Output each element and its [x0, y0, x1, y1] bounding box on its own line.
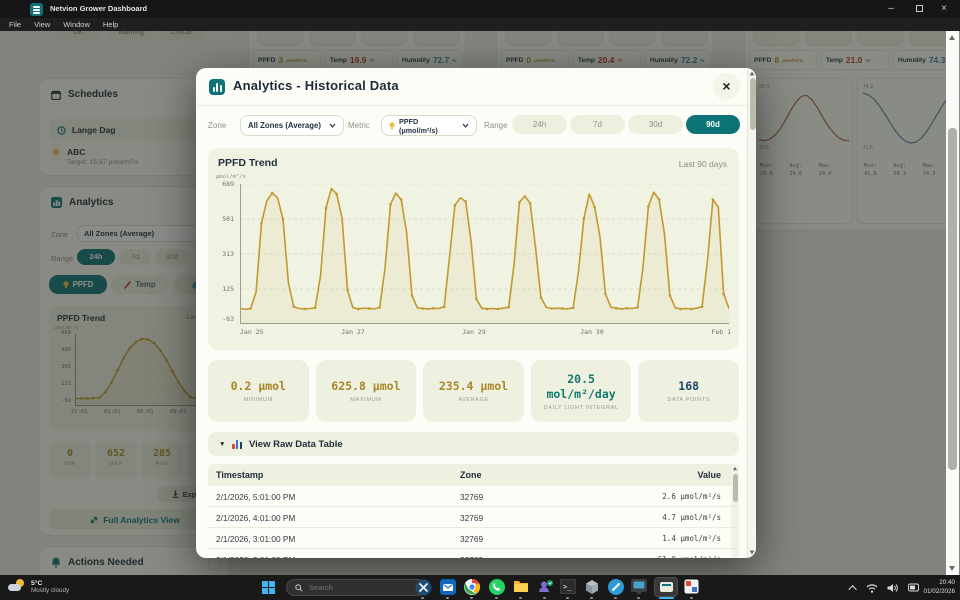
chart-range-label: Last 90 days	[679, 159, 727, 169]
modal-scrollbar-thumb[interactable]	[750, 78, 756, 130]
analytics-modal: Analytics - Historical Data × Zone All Z…	[196, 68, 756, 558]
modal-filters: Zone All Zones (Average) Metric PPFD (μm…	[196, 106, 747, 146]
table-row: 2/1/2026, 5:01:00 PM327692.6 μmol/m²/s	[208, 486, 739, 507]
weather-icon	[8, 578, 25, 595]
modal-header: Analytics - Historical Data ×	[196, 68, 747, 106]
stat-minimum: 0.2 μmolMINIMUM	[208, 360, 309, 422]
weather-desc: Mostly cloudy	[31, 587, 69, 594]
search-input[interactable]	[309, 583, 409, 592]
col-value: Value	[697, 470, 721, 480]
stat-dli: 20.5mol/m²/dayDAILY LIGHT INTEGRAL	[531, 360, 632, 422]
chevron-down-icon	[462, 123, 469, 128]
menubar: File View Window Help	[0, 18, 960, 31]
whatsapp-icon[interactable]	[489, 579, 506, 596]
modal-range-24h[interactable]: 24h	[512, 115, 567, 134]
modal-range-7d[interactable]: 7d	[570, 115, 625, 134]
modal-chart-card: PPFD Trend Last 90 days μmol/m²/s 689 50…	[208, 148, 739, 350]
stat-average: 235.4 μmolAVERAGE	[423, 360, 524, 422]
modal-title: Analytics - Historical Data	[233, 78, 399, 93]
battery-icon[interactable]	[908, 583, 920, 592]
modal-range-90d[interactable]: 90d	[686, 115, 740, 134]
tray-expand-icon[interactable]	[848, 585, 856, 593]
close-window-button[interactable]: ×	[933, 0, 955, 18]
designer-app-icon[interactable]	[684, 579, 701, 596]
taskbar-weather[interactable]: 5°C Mostly cloudy	[8, 578, 69, 595]
chart-yticks: 689 501 313 125 -63	[208, 148, 237, 350]
minimize-button[interactable]: –	[880, 0, 902, 18]
modal-zone-select[interactable]: All Zones (Average)	[240, 115, 344, 136]
modal-close-button[interactable]: ×	[713, 73, 740, 100]
stat-maximum: 625.8 μmolMAXIMUM	[316, 360, 417, 422]
col-zone: Zone	[460, 470, 482, 480]
file-explorer-icon[interactable]	[513, 579, 530, 596]
table-row: 2/1/2026, 4:01:00 PM327694.7 μmol/m²/s	[208, 507, 739, 528]
modal-metric-select[interactable]: PPFD (μmol/m²/s)	[381, 115, 477, 136]
scroll-up-icon[interactable]	[949, 35, 955, 40]
modal-range-30d[interactable]: 30d	[628, 115, 683, 134]
terminal-icon[interactable]: >_	[560, 579, 577, 596]
app-logo-icon	[30, 3, 43, 16]
table-row: 2/1/2026, 3:01:00 PM327691.4 μmol/m²/s	[208, 528, 739, 549]
tray-date: 01/02/2026	[923, 587, 955, 596]
modal-metric-label: Metric	[348, 121, 370, 130]
table-header: Timestamp Zone Value	[208, 464, 739, 486]
help-icon[interactable]: ?	[208, 557, 221, 570]
cube-app-icon[interactable]	[584, 579, 601, 596]
taskbar-clock[interactable]: 20:40 01/02/2026	[923, 578, 955, 596]
chrome-icon[interactable]	[464, 579, 481, 596]
stat-data-points: 168DATA POINTS	[638, 360, 739, 422]
collapse-triangle-icon: ▼	[219, 441, 225, 448]
raw-data-table: Timestamp Zone Value 2/1/2026, 5:01:00 P…	[208, 464, 739, 558]
chevron-down-icon	[329, 123, 336, 128]
bulb-icon	[389, 122, 395, 130]
maximize-button[interactable]	[908, 0, 930, 18]
col-timestamp: Timestamp	[216, 470, 263, 480]
people-app-icon[interactable]	[537, 579, 554, 596]
monitor-app-icon[interactable]	[631, 579, 648, 596]
menu-window[interactable]: Window	[63, 20, 90, 29]
window-scrollbar-thumb[interactable]	[948, 128, 957, 470]
app-content: OK Warning Critical Schedules Lange Dag …	[0, 31, 960, 575]
volume-icon[interactable]	[887, 583, 899, 593]
wifi-icon[interactable]	[866, 583, 878, 593]
netvion-app-taskbar-icon[interactable]	[654, 577, 678, 597]
menu-view[interactable]: View	[34, 20, 50, 29]
ppfd-trend-plot	[240, 184, 729, 324]
mail-app-icon[interactable]	[440, 579, 457, 596]
system-tray	[851, 575, 920, 600]
titlebar: Netvion Grower Dashboard – ×	[0, 0, 960, 18]
maximize-icon	[916, 5, 923, 12]
screen: Netvion Grower Dashboard – × File View W…	[0, 0, 960, 600]
scroll-down-icon[interactable]	[949, 566, 955, 571]
search-icon	[295, 584, 303, 592]
pen-app-icon[interactable]	[608, 579, 625, 596]
menu-help[interactable]: Help	[103, 20, 118, 29]
modal-zone-label: Zone	[208, 121, 226, 130]
tools-app-icon[interactable]	[415, 579, 432, 596]
menu-file[interactable]: File	[9, 20, 21, 29]
modal-scrollbar[interactable]	[747, 68, 756, 558]
taskbar-search[interactable]	[286, 579, 426, 596]
modal-stats-row: 0.2 μmolMINIMUM 625.8 μmolMAXIMUM 235.4 …	[208, 360, 739, 422]
window-scrollbar[interactable]	[946, 31, 959, 575]
table-row: 2/1/2026, 2:01:00 PM3276961.0 μmol/m²/s	[208, 549, 739, 558]
weather-temp: 5°C	[31, 580, 69, 587]
taskbar: 5°C Mostly cloudy >_	[0, 575, 960, 600]
svg-text:>_: >_	[563, 583, 572, 591]
raw-data-toggle[interactable]: ▼ View Raw Data Table	[208, 432, 739, 456]
tray-time: 20:40	[923, 578, 955, 587]
start-button[interactable]	[262, 581, 275, 594]
modal-range-label: Range	[484, 121, 508, 130]
analytics-modal-icon	[209, 79, 225, 95]
bar-chart-icon	[232, 440, 242, 449]
window-title: Netvion Grower Dashboard	[50, 4, 147, 13]
